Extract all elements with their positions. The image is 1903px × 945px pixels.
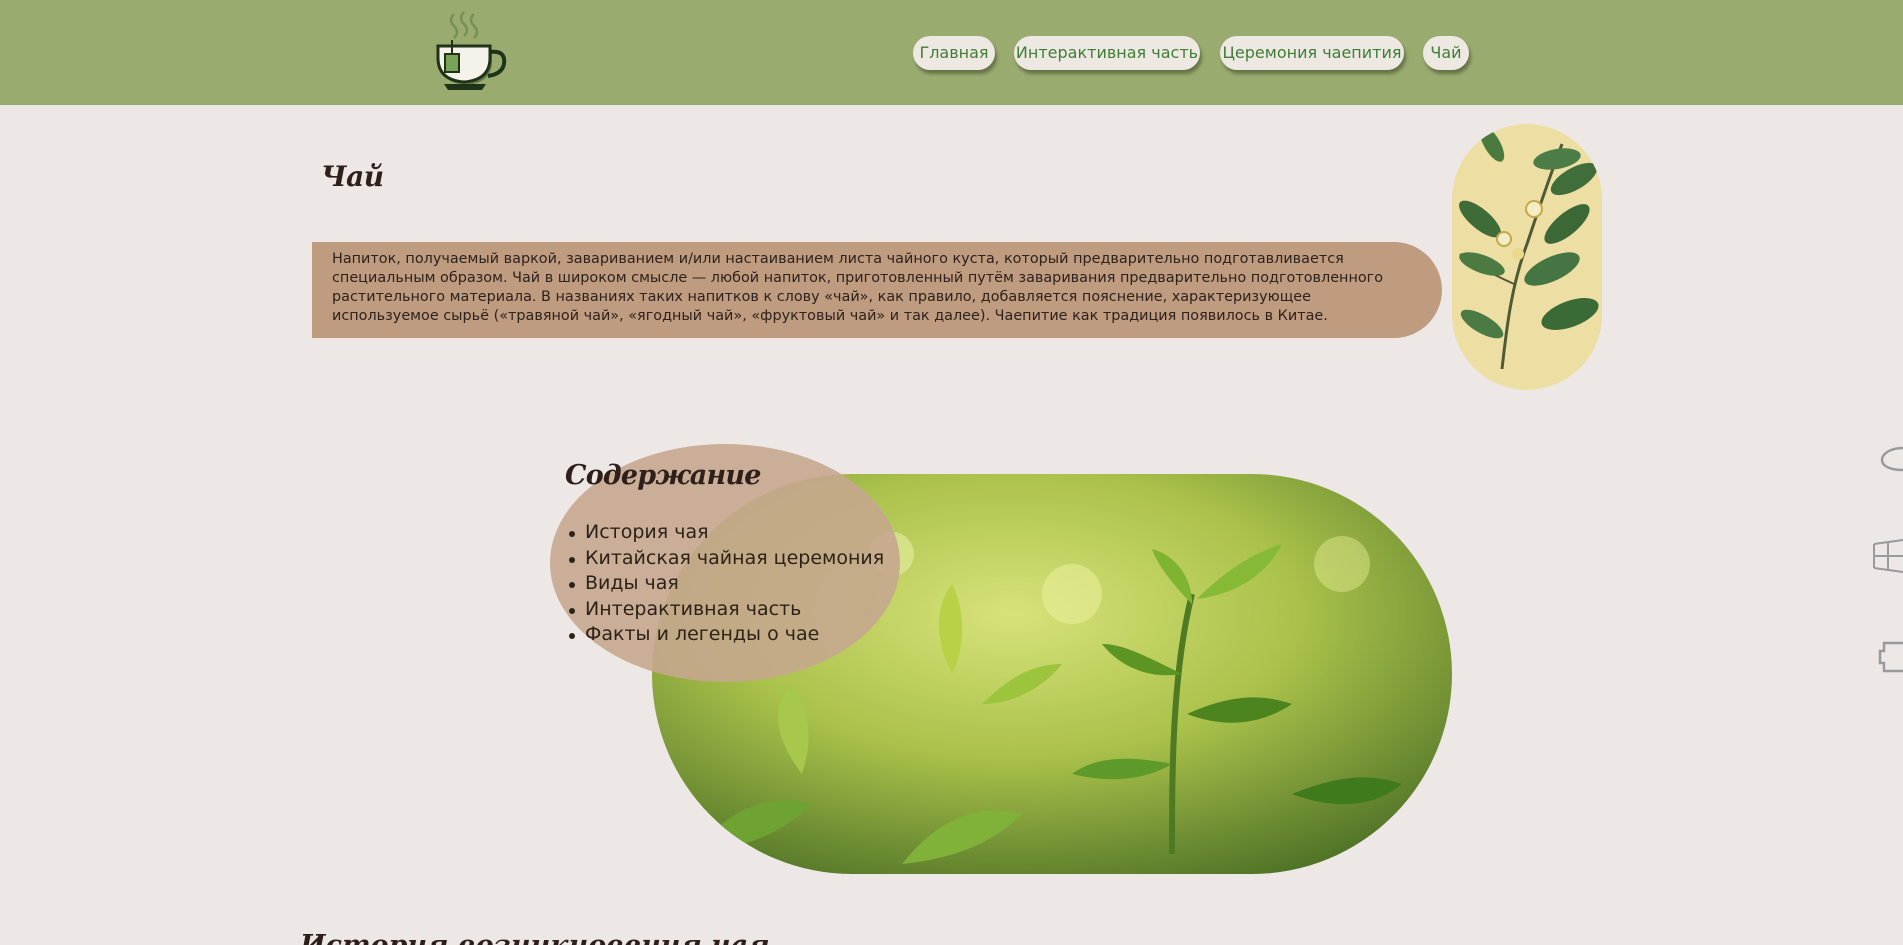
intro-paragraph: Напиток, получаемый варкой, завариванием…	[332, 251, 1384, 324]
tea-plant-illustration	[1452, 124, 1602, 390]
windows-icon[interactable]	[1870, 536, 1903, 576]
contents-item-types[interactable]: Виды чая	[568, 571, 884, 597]
nav-tea[interactable]: Чай	[1423, 36, 1469, 70]
nav-interactive[interactable]: Интерактивная часть	[1014, 36, 1200, 70]
contents-list: История чая Китайская чайная церемония В…	[568, 520, 884, 648]
header-bar: Главная Интерактивная часть Церемония ча…	[0, 0, 1903, 105]
brush-icon[interactable]	[1870, 440, 1903, 480]
puzzle-icon[interactable]	[1870, 637, 1903, 677]
contents-item-ceremony[interactable]: Китайская чайная церемония	[568, 546, 884, 572]
intro-text-block: Напиток, получаемый варкой, завариванием…	[312, 242, 1442, 338]
nav-home[interactable]: Главная	[913, 36, 995, 70]
contents-item-facts[interactable]: Факты и легенды о чае	[568, 622, 884, 648]
section-title-history: История возникновения чая	[300, 930, 770, 945]
section-title-tea: Чай	[321, 160, 384, 193]
contents-item-history[interactable]: История чая	[568, 520, 884, 546]
nav-ceremony[interactable]: Церемония чаепития	[1220, 36, 1404, 70]
contents-title: Содержание	[565, 460, 761, 491]
contents-item-interactive[interactable]: Интерактивная часть	[568, 597, 884, 623]
tea-cup-logo-icon[interactable]	[432, 10, 510, 94]
